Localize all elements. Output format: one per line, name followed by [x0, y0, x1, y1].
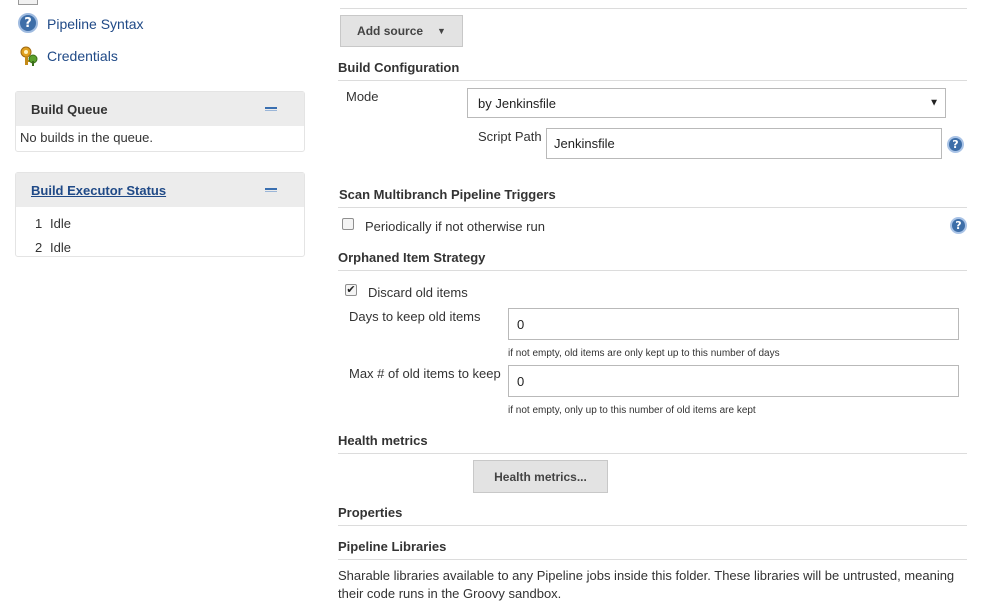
discard-old-items-label: Discard old items — [368, 285, 468, 300]
script-path-input[interactable]: Jenkinsfile — [546, 128, 942, 159]
health-metrics-button-label: Health metrics... — [494, 469, 587, 484]
divider — [338, 525, 967, 526]
executor-state: Idle — [50, 239, 71, 255]
days-to-keep-label: Days to keep old items — [349, 309, 481, 324]
properties-title: Properties — [338, 505, 403, 520]
executor-row: 1 Idle — [35, 211, 304, 235]
mode-select-value: by Jenkinsfile — [478, 95, 557, 111]
sidebar-link-credentials[interactable]: Credentials — [18, 44, 118, 68]
build-queue-body: No builds in the queue. — [16, 126, 304, 151]
sidebar-link-pipeline-syntax[interactable]: ? Pipeline Syntax — [18, 12, 144, 36]
executor-number: 1 — [35, 215, 43, 231]
build-configuration-title: Build Configuration — [338, 60, 460, 75]
sidebar-link-label: Credentials — [47, 48, 118, 64]
health-metrics-button[interactable]: Health metrics... — [473, 460, 608, 493]
divider — [338, 453, 967, 454]
max-old-items-label: Max # of old items to keep — [349, 366, 501, 381]
credentials-icon — [18, 45, 40, 67]
periodic-checkbox[interactable] — [342, 218, 354, 230]
help-icon[interactable]: ? — [950, 217, 967, 234]
build-queue-panel: Build Queue No builds in the queue. — [15, 91, 305, 152]
build-queue-empty-text: No builds in the queue. — [20, 130, 153, 145]
divider — [338, 207, 967, 208]
max-old-items-input[interactable]: 0 — [508, 365, 959, 397]
executor-state: Idle — [50, 215, 71, 231]
executor-status-header: Build Executor Status — [16, 173, 304, 207]
divider — [338, 80, 967, 81]
executor-number: 2 — [35, 239, 43, 255]
build-queue-title: Build Queue — [31, 101, 108, 117]
max-old-items-value: 0 — [517, 373, 525, 389]
collapse-icon[interactable] — [265, 107, 277, 111]
build-queue-header: Build Queue — [16, 92, 304, 126]
mode-label: Mode — [346, 89, 379, 104]
help-icon: ? — [18, 13, 40, 35]
script-path-label: Script Path — [478, 129, 542, 144]
help-icon[interactable]: ? — [947, 136, 964, 153]
executor-list: 1 Idle 2 Idle — [16, 207, 304, 259]
collapse-icon[interactable] — [265, 188, 277, 192]
pipeline-libraries-title: Pipeline Libraries — [338, 539, 447, 554]
discard-old-items-checkbox[interactable]: ✔ — [345, 284, 357, 296]
add-source-label: Add source — [357, 24, 424, 38]
orphaned-strategy-title: Orphaned Item Strategy — [338, 250, 486, 265]
pipeline-libraries-description: Sharable libraries available to any Pipe… — [338, 568, 955, 601]
mode-select[interactable]: by Jenkinsfile ▼ — [467, 88, 946, 118]
executor-status-title-link[interactable]: Build Executor Status — [31, 183, 166, 198]
scan-triggers-title: Scan Multibranch Pipeline Triggers — [339, 187, 556, 202]
executor-row: 2 Idle — [35, 235, 304, 259]
add-source-button[interactable]: Add source ▼ — [340, 15, 463, 47]
max-old-items-hint: if not empty, only up to this number of … — [508, 405, 756, 416]
executor-status-panel: Build Executor Status 1 Idle 2 Idle — [15, 172, 305, 257]
sidebar-top-item-edge — [18, 0, 38, 5]
health-metrics-title: Health metrics — [338, 433, 428, 448]
divider — [340, 8, 967, 9]
dropdown-arrow-icon: ▼ — [437, 26, 446, 36]
days-to-keep-hint: if not empty, old items are only kept up… — [508, 348, 780, 359]
sidebar-link-label: Pipeline Syntax — [47, 16, 144, 32]
script-path-value: Jenkinsfile — [554, 136, 615, 151]
days-to-keep-value: 0 — [517, 316, 525, 332]
periodic-label: Periodically if not otherwise run — [365, 219, 545, 234]
divider — [338, 559, 967, 560]
divider — [338, 270, 967, 271]
days-to-keep-input[interactable]: 0 — [508, 308, 959, 340]
chevron-down-icon: ▼ — [929, 97, 939, 109]
